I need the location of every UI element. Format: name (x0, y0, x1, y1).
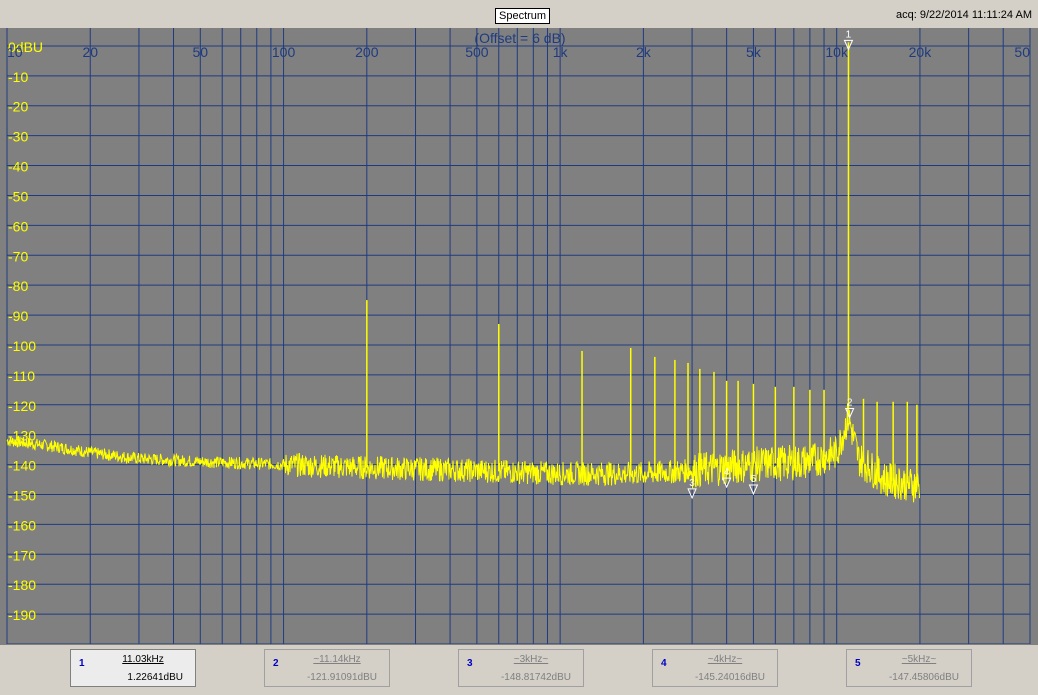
marker-number: 2 (273, 658, 279, 669)
x-tick-label: 20 (82, 44, 98, 60)
marker-number: 4 (661, 658, 667, 669)
y-tick-label: -60 (8, 218, 28, 234)
x-tick-label: 50 (1014, 44, 1030, 60)
marker-flag-number: 5 (751, 474, 757, 485)
y-tick-label: -160 (8, 517, 36, 533)
marker-frequency[interactable]: ~3kHz~ (481, 654, 581, 665)
marker-5-readout[interactable]: 5 ~5kHz~ -147.45806dBU (846, 649, 972, 687)
y-tick-label: -150 (8, 487, 36, 503)
x-tick-label: 1k (553, 44, 569, 60)
y-tick-label: -140 (8, 458, 36, 474)
marker-flag-number: 2 (847, 397, 853, 408)
marker-value: -147.45806dBU (888, 672, 959, 683)
y-tick-label: -20 (8, 99, 28, 115)
title-bar: Spectrum acq: 9/22/2014 11:11:24 AM (0, 0, 1038, 28)
y-tick-label: -40 (8, 159, 28, 175)
spectrum-title-button[interactable]: Spectrum (495, 8, 551, 24)
marker-1-readout[interactable]: 1 11.03kHz 1.22641dBU (70, 649, 196, 687)
acquisition-timestamp: acq: 9/22/2014 11:11:24 AM (896, 9, 1032, 21)
marker-3-readout[interactable]: 3 ~3kHz~ -148.81742dBU (458, 649, 584, 687)
plot-background (0, 28, 1038, 644)
x-tick-label: 500 (465, 44, 489, 60)
x-tick-label: 20k (909, 44, 933, 60)
x-tick-label: 200 (355, 44, 379, 60)
marker-flag-number: 3 (689, 478, 695, 489)
y-tick-label: -70 (8, 248, 28, 264)
spectrum-chart[interactable]: 0dBU-10-20-30-40-50-60-70-80-90-100-110-… (0, 28, 1038, 644)
x-tick-label: 50 (193, 44, 209, 60)
y-tick-label: -30 (8, 129, 28, 145)
y-tick-label: -120 (8, 398, 36, 414)
marker-number: 3 (467, 658, 473, 669)
marker-value: -121.91091dBU (306, 672, 377, 683)
offset-label: (Offset = 6 dB) (474, 30, 565, 46)
y-tick-label: -180 (8, 577, 36, 593)
y-tick-label: -90 (8, 308, 28, 324)
marker-frequency[interactable]: ~11.14kHz (287, 654, 387, 665)
x-tick-label: 5k (746, 44, 762, 60)
marker-number: 5 (855, 658, 861, 669)
y-tick-label: -80 (8, 278, 28, 294)
x-tick-label: 100 (272, 44, 296, 60)
marker-4-readout[interactable]: 4 ~4kHz~ -145.24016dBU (652, 649, 778, 687)
marker-value: -148.81742dBU (500, 672, 571, 683)
spectrum-window: Spectrum acq: 9/22/2014 11:11:24 AM 0dBU… (0, 0, 1038, 695)
y-tick-label: -10 (8, 69, 28, 85)
marker-number: 1 (79, 658, 85, 669)
marker-frequency[interactable]: ~5kHz~ (869, 654, 969, 665)
y-tick-label: -100 (8, 338, 36, 354)
y-tick-label: -170 (8, 547, 36, 563)
marker-flag-number: 1 (846, 29, 852, 40)
y-tick-label: -110 (8, 368, 35, 384)
marker-frequency[interactable]: ~4kHz~ (675, 654, 775, 665)
x-tick-label: 2k (636, 44, 652, 60)
marker-flag-number: 4 (724, 467, 730, 478)
marker-value: 1.22641dBU (127, 672, 183, 683)
marker-frequency[interactable]: 11.03kHz (93, 654, 193, 665)
marker-value: -145.24016dBU (694, 672, 765, 683)
x-tick-label: 10 (7, 44, 23, 60)
y-tick-label: -190 (8, 607, 36, 623)
y-tick-label: -50 (8, 188, 28, 204)
x-tick-label: 10k (825, 44, 849, 60)
marker-readout-bar: 1 11.03kHz 1.22641dBU 2 ~11.14kHz -121.9… (0, 644, 1038, 695)
marker-2-readout[interactable]: 2 ~11.14kHz -121.91091dBU (264, 649, 390, 687)
